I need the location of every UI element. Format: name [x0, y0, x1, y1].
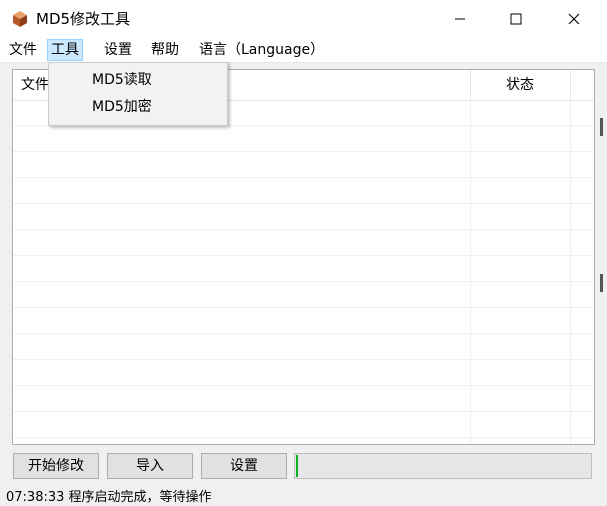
progress-fill: [296, 455, 298, 477]
minimize-button[interactable]: [437, 0, 483, 38]
column-header-file[interactable]: 文件: [21, 76, 49, 94]
maximize-button[interactable]: [493, 0, 539, 38]
settings-button[interactable]: 设置: [201, 453, 287, 479]
empty-row: [13, 386, 594, 412]
empty-row: [13, 308, 594, 334]
empty-row: [13, 412, 594, 438]
menu-help[interactable]: 帮助: [148, 40, 182, 60]
menu-file[interactable]: 文件: [6, 40, 40, 60]
title-bar: MD5修改工具: [0, 0, 607, 38]
window-title: MD5修改工具: [36, 10, 131, 28]
minimize-icon: [455, 18, 465, 20]
empty-row: [13, 256, 594, 282]
empty-row: [13, 178, 594, 204]
menu-tools[interactable]: 工具: [47, 39, 83, 61]
column-header-status[interactable]: 状态: [506, 76, 534, 94]
empty-row: [13, 152, 594, 178]
empty-row: [13, 230, 594, 256]
empty-row: [13, 126, 594, 152]
window-edge: [600, 118, 603, 136]
close-icon: [568, 13, 580, 25]
menu-settings[interactable]: 设置: [101, 40, 135, 60]
import-button[interactable]: 导入: [107, 453, 193, 479]
status-text: 07:38:33 程序启动完成，等待操作: [6, 490, 212, 505]
tools-dropdown-menu: MD5读取 MD5加密: [48, 62, 228, 126]
start-modify-button[interactable]: 开始修改: [13, 453, 99, 479]
menu-item-md5-encrypt[interactable]: MD5加密: [49, 94, 227, 120]
window-edge: [600, 274, 603, 292]
close-button[interactable]: [551, 0, 597, 38]
empty-row: [13, 282, 594, 308]
box-icon: [13, 11, 27, 27]
empty-row: [13, 334, 594, 360]
column-divider[interactable]: [470, 70, 471, 100]
menu-language[interactable]: 语言（Language）: [196, 40, 327, 60]
empty-row: [13, 204, 594, 230]
progress-bar: [294, 453, 592, 479]
menu-bar: 文件 工具 设置 帮助 语言（Language）: [0, 38, 607, 63]
maximize-icon: [510, 13, 522, 25]
menu-item-md5-read[interactable]: MD5读取: [49, 67, 227, 93]
empty-row: [13, 360, 594, 386]
column-divider[interactable]: [570, 70, 571, 100]
